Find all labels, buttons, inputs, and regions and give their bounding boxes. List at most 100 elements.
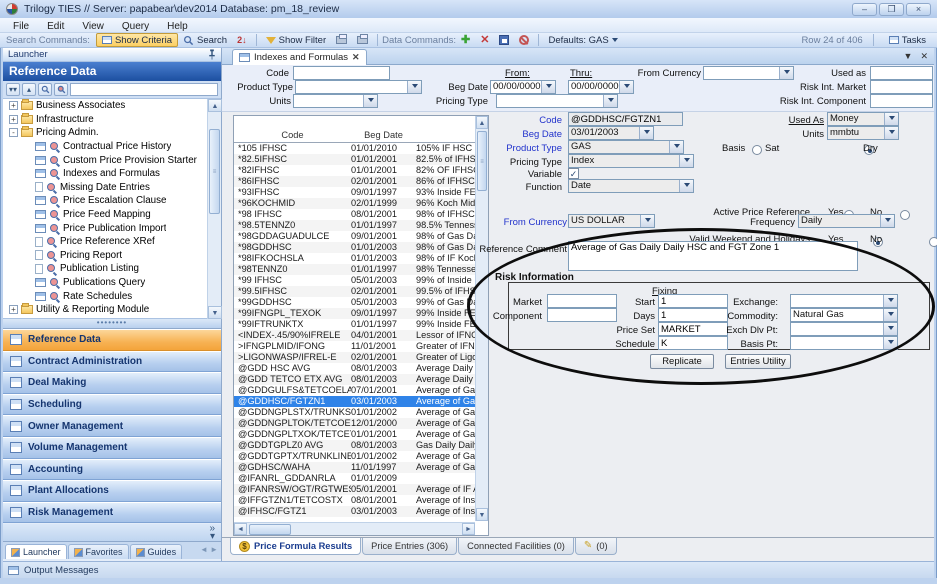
tasks-button[interactable]: Tasks — [884, 33, 931, 47]
chevron-down-icon[interactable] — [883, 295, 897, 307]
scroll-right-icon[interactable]: ► — [462, 523, 475, 535]
menu-view[interactable]: View — [73, 21, 113, 32]
scroll-up-icon[interactable]: ▲ — [476, 116, 488, 129]
menu-query[interactable]: Query — [113, 21, 158, 32]
table-row[interactable]: @IFANRL_GDDANRLA01/01/2009 — [234, 473, 475, 484]
detail-beg-date-label[interactable]: Beg Date — [517, 128, 562, 141]
grid-horizontal-scrollbar[interactable]: ◄ ► — [234, 522, 475, 535]
tree-item-infrastructure[interactable]: +Infrastructure — [3, 113, 221, 127]
module-risk-management[interactable]: Risk Management — [3, 502, 221, 524]
table-row[interactable]: *98IFKOCHSLA01/01/200398% of IF Koch — [234, 253, 475, 264]
tree-item-rate-schedules[interactable]: Rate Schedules — [3, 289, 221, 303]
menu-edit[interactable]: Edit — [38, 21, 73, 32]
tree-search-button[interactable] — [38, 83, 52, 96]
table-row[interactable]: *98GDDHSC01/01/200398% of Gas Da — [234, 242, 475, 253]
table-row[interactable]: @GDDNGPLTXOK/TETCETX01/01/2001Average of… — [234, 429, 475, 440]
tree-item-indexes-and-formulas[interactable]: Indexes and Formulas — [3, 167, 221, 181]
search-button[interactable]: Search — [178, 33, 232, 47]
tree-item-pricing-admin[interactable]: -Pricing Admin. — [3, 126, 221, 140]
table-row[interactable]: @GDDGULFS&TETCOELA07/01/2001Average of G… — [234, 385, 475, 396]
restore-button[interactable]: ❐ — [879, 3, 904, 16]
detail-code-input[interactable] — [568, 112, 683, 126]
table-row[interactable]: *99.5IFHSC02/01/200199.5% of IFHS — [234, 286, 475, 297]
menu-file[interactable]: File — [4, 21, 38, 32]
active-price-reference-no-radio[interactable] — [900, 210, 910, 220]
add-button[interactable]: ✚ — [456, 33, 475, 47]
chevron-down-icon[interactable] — [883, 323, 897, 335]
minimize-button[interactable]: – — [852, 3, 877, 16]
module-volume-management[interactable]: Volume Management — [3, 437, 221, 459]
table-row[interactable]: @GDHSC/WAHA11/01/1997Average of Ga — [234, 462, 475, 473]
start-input[interactable] — [658, 294, 728, 308]
module-deal-making[interactable]: Deal Making — [3, 372, 221, 394]
close-tab-icon[interactable]: ✕ — [352, 52, 360, 63]
basis-sat-radio[interactable] — [752, 145, 762, 155]
table-row[interactable]: *93IFHSC09/01/199793% Inside FEF — [234, 187, 475, 198]
defaults-dropdown[interactable]: Defaults: GAS — [543, 33, 622, 47]
tab-indexes-and-formulas[interactable]: Indexes and Formulas ✕ — [232, 49, 367, 65]
exchange-select[interactable] — [790, 294, 898, 308]
tree-filter-input[interactable] — [70, 83, 218, 96]
tree-item-price-reference-xref[interactable]: Price Reference XRef — [3, 235, 221, 249]
replicate-button[interactable]: Replicate — [650, 354, 714, 369]
detail-product-type-label[interactable]: Product Type — [502, 142, 562, 155]
module-accounting[interactable]: Accounting — [3, 459, 221, 481]
module-owner-management[interactable]: Owner Management — [3, 415, 221, 437]
tree-item-business-associates[interactable]: +Business Associates — [3, 99, 221, 113]
detail-used-as-label[interactable]: Used As — [782, 114, 824, 127]
table-row[interactable]: @GDDTGPTX/TRUNKLINE01/01/2002Average of … — [234, 451, 475, 462]
product-type-select[interactable] — [295, 80, 422, 94]
basis-pt-select[interactable] — [790, 336, 898, 350]
tree-item-price-feed-mapping[interactable]: Price Feed Mapping — [3, 208, 221, 222]
beg-date-from-select[interactable]: 00/00/0000 — [490, 80, 556, 94]
table-row[interactable]: >LIGONWASP/IFREL-E02/01/2001Greater of L… — [234, 352, 475, 363]
table-row[interactable]: @GDDHSC/FGTZN103/01/2003Average of Ga — [234, 396, 475, 407]
save-button[interactable] — [494, 33, 514, 47]
tab-scroll-arrows[interactable]: ◄ ► — [200, 545, 218, 554]
from-currency-select[interactable] — [703, 66, 794, 80]
tree-item-price-escalation-clause[interactable]: Price Escalation Clause — [3, 194, 221, 208]
detail-beg-date-select[interactable]: 03/01/2003 — [568, 126, 654, 140]
table-row[interactable]: *82IFHSC01/01/200182% OF IFHSC — [234, 165, 475, 176]
exch-dlv-pt-select[interactable] — [790, 322, 898, 336]
scroll-down-icon[interactable]: ▼ — [208, 306, 222, 319]
tree-item-publications-query[interactable]: Publications Query — [3, 276, 221, 290]
close-icon[interactable]: ✕ — [920, 51, 928, 62]
beg-date-thru-select[interactable]: 00/00/0000 — [568, 80, 634, 94]
used-as-input[interactable] — [870, 66, 933, 80]
detail-product-type-select[interactable]: GAS — [568, 140, 684, 154]
table-row[interactable]: @GDDNGPLTOK/TETCOETX12/01/2000Average of… — [234, 418, 475, 429]
chevron-down-icon[interactable] — [603, 95, 617, 107]
chevron-down-icon[interactable] — [884, 127, 898, 139]
tree-item-pricing-report[interactable]: Pricing Report — [3, 249, 221, 263]
chevron-down-icon[interactable] — [679, 155, 693, 167]
tab-connected-facilities-0[interactable]: Connected Facilities (0) — [458, 538, 574, 555]
column-header-code[interactable]: Code — [234, 129, 351, 142]
chevron-down-icon[interactable] — [779, 67, 793, 79]
expand-toggle-icon[interactable]: + — [9, 305, 18, 314]
show-criteria-button[interactable]: Show Criteria — [96, 33, 178, 47]
print-preview-button[interactable] — [352, 33, 373, 47]
code-input[interactable] — [293, 66, 390, 80]
detail-code-label[interactable]: Code — [512, 114, 562, 127]
show-filter-button[interactable]: Show Filter — [261, 33, 332, 47]
tree-item-contractual-price-history[interactable]: Contractual Price History — [3, 140, 221, 154]
table-row[interactable]: @IFANRSW/OGT/RGTWEST05/01/2001Average of… — [234, 484, 475, 495]
output-messages-bar[interactable]: Output Messages — [3, 561, 934, 578]
collapse-toggle-icon[interactable]: - — [9, 128, 18, 137]
detail-from-currency-label[interactable]: From Currency — [500, 216, 567, 229]
expand-all-button[interactable]: ▴ — [22, 83, 36, 96]
scrollbar-thumb[interactable]: ≡ — [209, 129, 220, 214]
detail-used-as-select[interactable]: Money — [827, 112, 899, 126]
chevron-down-icon[interactable] — [640, 215, 654, 227]
table-row[interactable]: <INDEX-.45/90%IFRELE04/01/2001Lessor of … — [234, 330, 475, 341]
tree-item-utility-reporting-module[interactable]: +Utility & Reporting Module — [3, 303, 221, 317]
table-row[interactable]: @GDDNGPLSTX/TRUNKSTX01/01/2002Average of… — [234, 407, 475, 418]
risk-int-component-input[interactable] — [870, 94, 933, 108]
delete-button[interactable]: ✕ — [475, 33, 494, 47]
cancel-button[interactable] — [514, 33, 534, 47]
scrollbar-thumb[interactable] — [249, 524, 291, 535]
expand-toggle-icon[interactable]: + — [9, 101, 18, 110]
table-row[interactable]: @IFFGTZN1/TETCOSTX08/01/2001Average of I… — [234, 495, 475, 506]
sort-button[interactable]: 2↓ — [232, 33, 252, 47]
